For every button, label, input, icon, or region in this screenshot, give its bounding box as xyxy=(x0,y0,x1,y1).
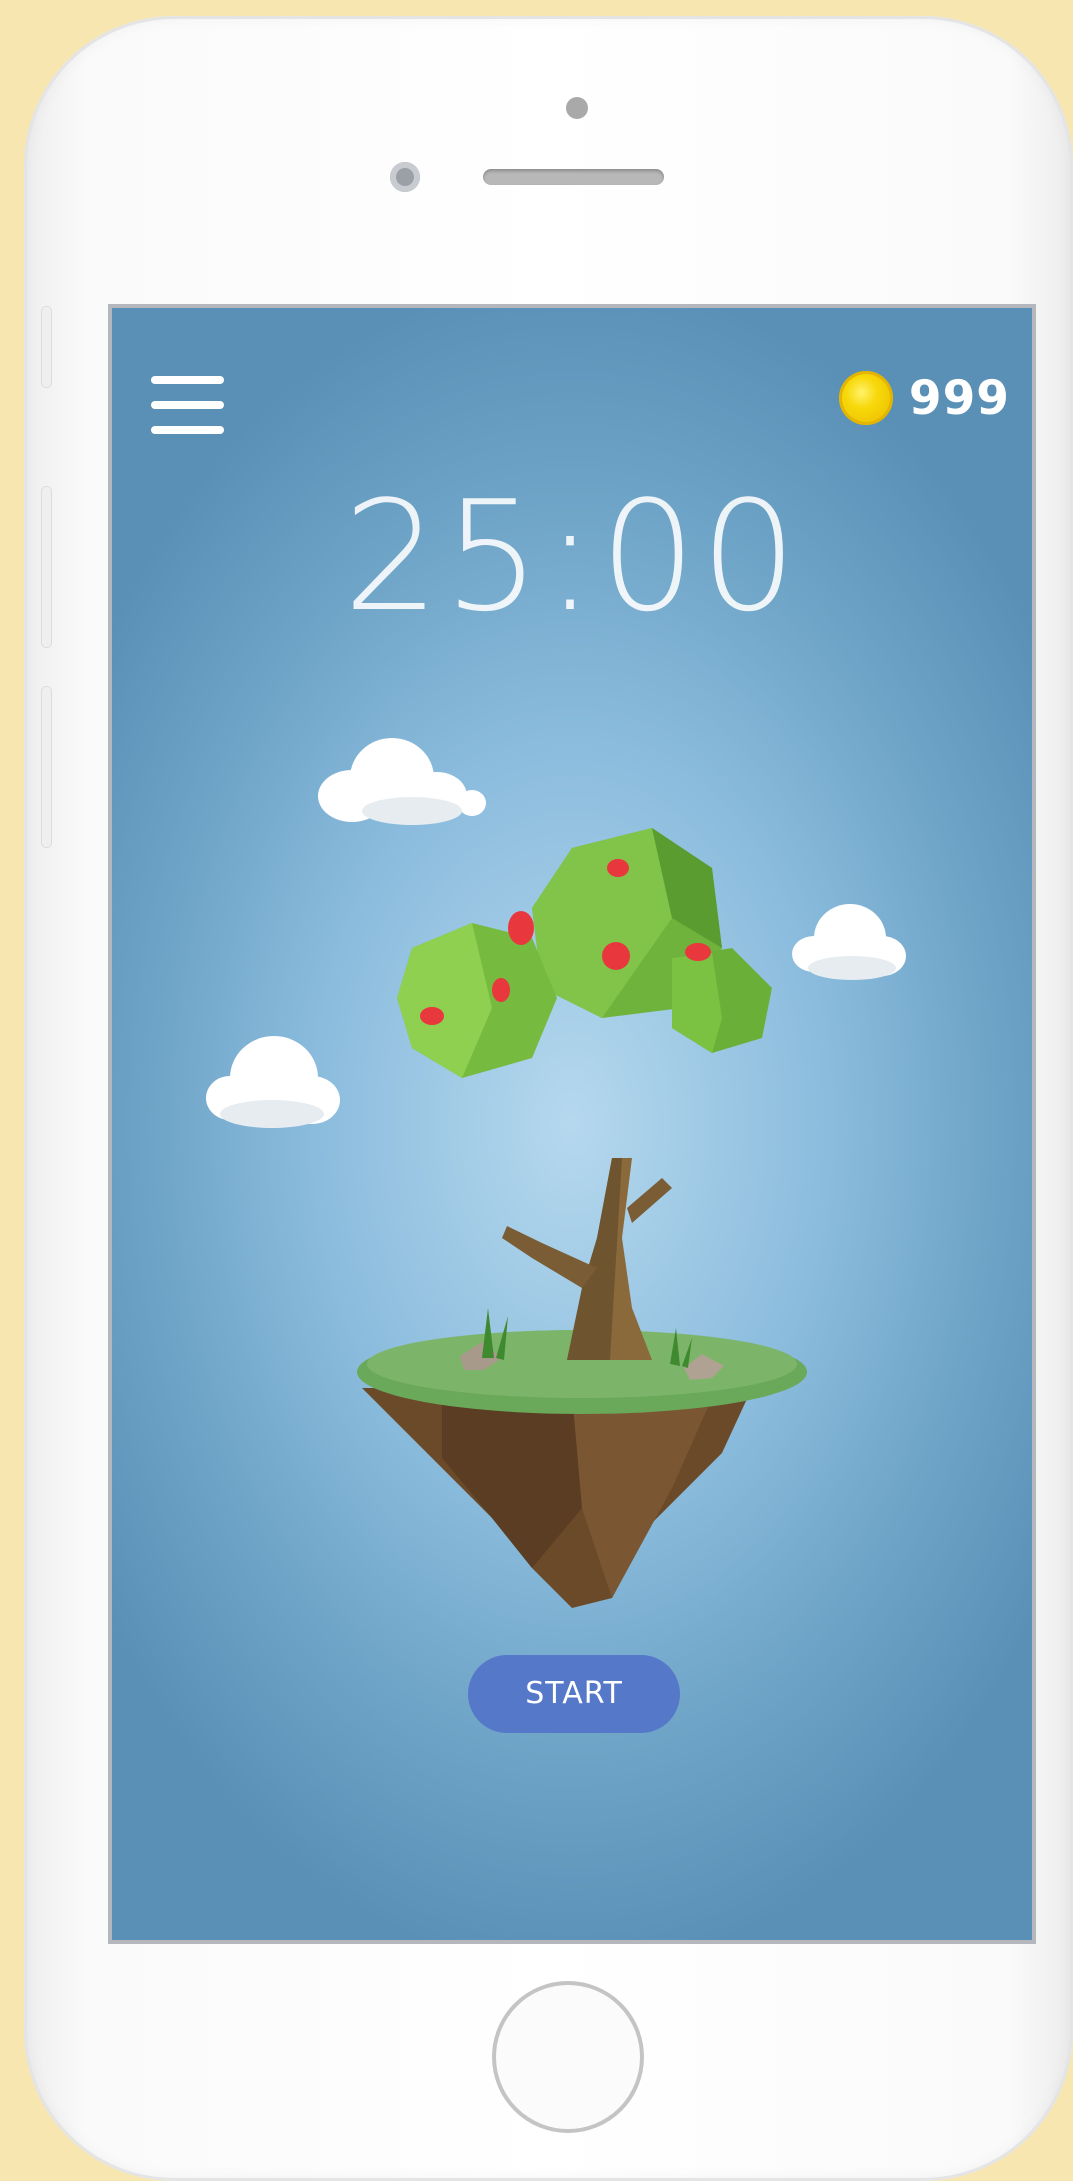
front-camera xyxy=(390,162,420,192)
mute-switch xyxy=(41,306,52,388)
cloud-icon xyxy=(792,904,906,980)
phone-frame: 999 25:00 START xyxy=(24,16,1073,2181)
home-button[interactable] xyxy=(492,1981,644,2133)
tree-trunk xyxy=(502,1158,672,1360)
start-button[interactable]: START xyxy=(468,1655,680,1733)
volume-down-button xyxy=(41,686,52,848)
volume-up-button xyxy=(41,486,52,648)
cloud-icon xyxy=(318,738,486,825)
tree-foliage xyxy=(397,828,772,1078)
proximity-sensor xyxy=(566,97,588,119)
island-rock xyxy=(362,1388,752,1608)
cloud-icon xyxy=(206,1036,340,1128)
earpiece-speaker xyxy=(483,169,664,185)
app-screen: 999 25:00 START xyxy=(108,304,1036,1944)
